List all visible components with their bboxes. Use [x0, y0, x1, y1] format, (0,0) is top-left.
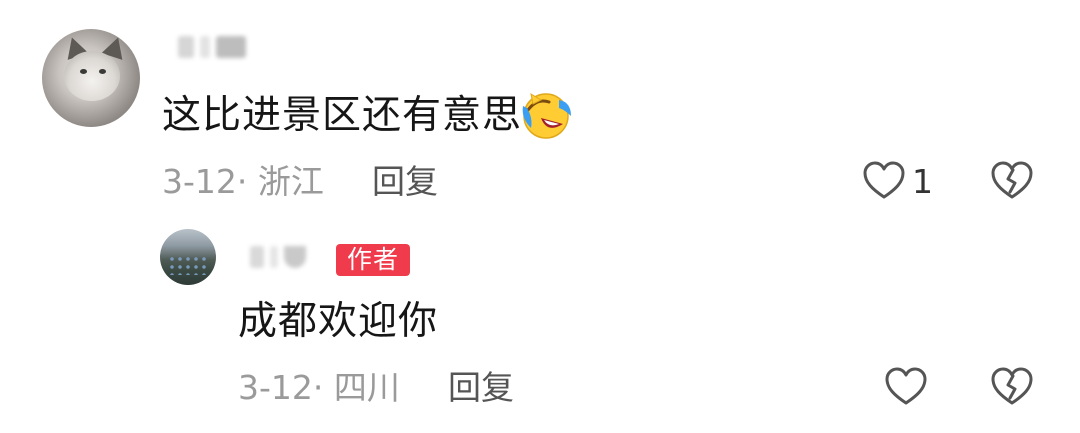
- heart-outline-icon[interactable]: [884, 367, 928, 407]
- comment-meta: 3-12· 四川: [238, 368, 400, 408]
- redacted-block: [216, 36, 246, 58]
- comment-text: 成都欢迎你: [238, 299, 439, 344]
- reply-button[interactable]: 回复: [372, 162, 438, 202]
- avatar-pattern: [168, 255, 208, 275]
- broken-heart-icon[interactable]: [990, 367, 1034, 407]
- comment-location: 浙江: [257, 162, 324, 201]
- tears-of-joy-emoji: [522, 92, 571, 139]
- comment-location: 四川: [333, 368, 400, 407]
- redacted-block: [284, 246, 306, 268]
- comment-date: 3-12: [238, 368, 313, 407]
- username-redacted[interactable]: [250, 246, 312, 276]
- redacted-block: [250, 246, 264, 268]
- comment-text: 这比进景区还有意思: [162, 93, 523, 138]
- comment-date: 3-12: [162, 162, 237, 201]
- broken-heart-icon[interactable]: [990, 161, 1034, 201]
- avatar-eye: [80, 69, 87, 74]
- heart-outline-icon[interactable]: [862, 161, 906, 201]
- username-redacted[interactable]: [178, 36, 252, 66]
- comment-meta: 3-12· 浙江: [162, 162, 324, 202]
- redacted-block: [178, 36, 194, 58]
- avatar[interactable]: [42, 29, 140, 127]
- redacted-block: [270, 246, 278, 268]
- author-badge: 作者: [336, 244, 410, 276]
- reply-button[interactable]: 回复: [448, 368, 514, 408]
- avatar[interactable]: [160, 229, 216, 285]
- avatar-face: [64, 51, 120, 101]
- avatar-eye: [99, 69, 106, 74]
- meta-separator: ·: [312, 368, 324, 407]
- like-count: 1: [912, 162, 933, 201]
- meta-separator: ·: [236, 162, 248, 201]
- redacted-block: [200, 36, 210, 58]
